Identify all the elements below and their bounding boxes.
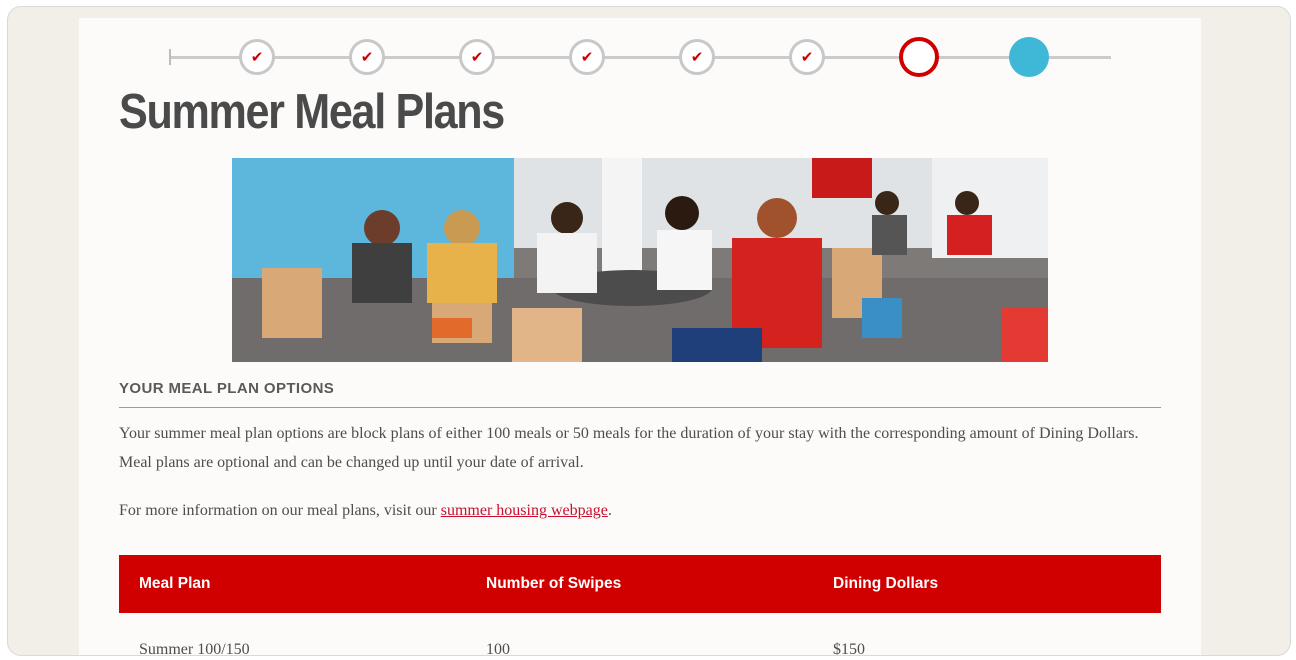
progress-step-5[interactable]: ✔: [679, 39, 715, 75]
checkmark-icon: ✔: [800, 48, 814, 66]
progress-step-3[interactable]: ✔: [459, 39, 495, 75]
cell-dining-dollars: $150: [833, 641, 865, 656]
progress-tracker: ✔ ✔ ✔ ✔ ✔ ✔: [169, 36, 1111, 80]
browser-frame: ✔ ✔ ✔ ✔ ✔ ✔ Summer Meal Plans YOUR MEAL …: [7, 6, 1291, 656]
progress-step-6[interactable]: ✔: [789, 39, 825, 75]
checkmark-icon: ✔: [360, 48, 374, 66]
progress-step-2[interactable]: ✔: [349, 39, 385, 75]
cafeteria-photo: [232, 158, 1048, 362]
header-dining-dollars: Dining Dollars: [833, 575, 939, 592]
progress-step-upcoming[interactable]: [1009, 37, 1049, 77]
more-info-paragraph: For more information on our meal plans, …: [119, 496, 1169, 525]
progress-step-1[interactable]: ✔: [239, 39, 275, 75]
table-header: Meal Plan Number of Swipes Dining Dollar…: [119, 555, 1161, 613]
page-content: ✔ ✔ ✔ ✔ ✔ ✔ Summer Meal Plans YOUR MEAL …: [79, 18, 1201, 656]
hero-image: [232, 158, 1048, 362]
checkmark-icon: ✔: [470, 48, 484, 66]
cell-number-of-swipes: 100: [486, 641, 510, 656]
section-title: YOUR MEAL PLAN OPTIONS: [119, 380, 335, 397]
more-info-suffix: .: [607, 502, 612, 519]
checkmark-icon: ✔: [250, 48, 264, 66]
checkmark-icon: ✔: [690, 48, 704, 66]
header-number-of-swipes: Number of Swipes: [486, 575, 622, 592]
header-meal-plan: Meal Plan: [139, 575, 211, 592]
progress-track: [169, 56, 1111, 59]
table-row: Summer 100/150 100 $150: [119, 613, 1161, 656]
page-title: Summer Meal Plans: [119, 85, 505, 139]
checkmark-icon: ✔: [580, 48, 594, 66]
summer-housing-link[interactable]: summer housing webpage: [441, 502, 608, 519]
intro-paragraph: Your summer meal plan options are block …: [119, 425, 1139, 471]
progress-start-tick: [169, 49, 171, 65]
section-divider: [119, 407, 1161, 408]
progress-step-4[interactable]: ✔: [569, 39, 605, 75]
progress-step-current[interactable]: [899, 37, 939, 77]
more-info-prefix: For more information on our meal plans, …: [119, 502, 441, 519]
meal-plan-table: Meal Plan Number of Swipes Dining Dollar…: [119, 555, 1161, 656]
cell-meal-plan: Summer 100/150: [139, 641, 250, 656]
